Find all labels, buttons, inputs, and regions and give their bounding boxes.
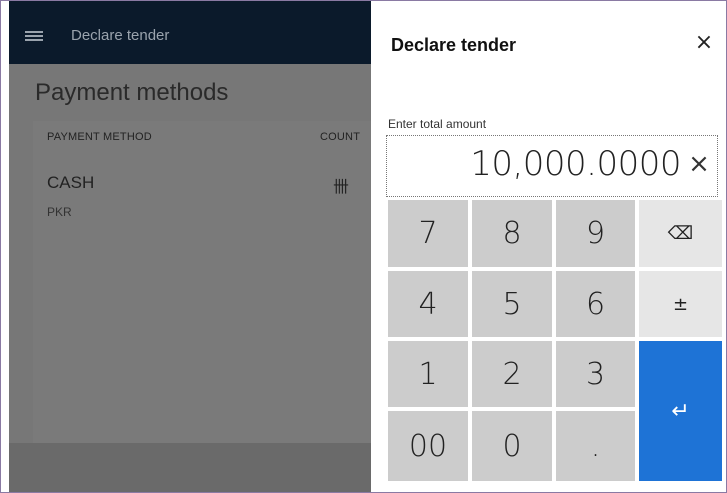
payment-methods-list [33,121,371,443]
amount-input[interactable]: 10,000.0000 × [386,135,718,197]
hamburger-menu-icon[interactable] [25,31,43,41]
key-6[interactable]: 6 [556,271,635,337]
key-5[interactable]: 5 [472,271,552,337]
plus-minus-key[interactable]: ± [639,271,722,337]
key-7[interactable]: 7 [388,200,468,267]
payment-method-name[interactable]: CASH [47,173,94,193]
topbar-title: Declare tender [71,27,170,44]
key-9[interactable]: 9 [556,200,635,267]
backspace-icon[interactable]: ⌫ [639,200,722,267]
app-topbar: Declare tender [9,1,371,64]
dialog-title: Declare tender [391,35,517,55]
declare-tender-dialog: Declare tender × Enter total amount 10,0… [371,1,726,492]
key-3[interactable]: 3 [556,341,635,407]
payment-method-currency: PKR [47,205,72,219]
background-app: Declare tender Payment methods PAYMENT M… [9,1,371,492]
key-decimal[interactable]: . [556,411,635,481]
app-bottom-bar [9,443,371,492]
amount-value: 10,000.0000 [470,144,681,184]
close-icon[interactable]: × [692,31,716,55]
clear-icon[interactable]: × [685,150,713,178]
key-8[interactable]: 8 [472,200,552,267]
column-header-count[interactable]: COUNT [320,131,360,143]
key-00[interactable]: 00 [388,411,468,481]
enter-icon[interactable]: ↵ [639,341,722,481]
column-header-payment-method[interactable]: PAYMENT METHOD [47,131,152,143]
key-4[interactable]: 4 [388,271,468,337]
key-1[interactable]: 1 [388,341,468,407]
numeric-keypad: 7 8 9 ⌫ 4 5 6 ± 1 2 3 ↵ 00 0 . [388,200,722,482]
key-2[interactable]: 2 [472,341,552,407]
page-title: Payment methods [35,79,229,106]
key-0[interactable]: 0 [472,411,552,481]
window: Declare tender Payment methods PAYMENT M… [0,0,727,493]
tally-icon[interactable]: 卌 [333,173,349,197]
amount-label: Enter total amount [388,117,487,131]
